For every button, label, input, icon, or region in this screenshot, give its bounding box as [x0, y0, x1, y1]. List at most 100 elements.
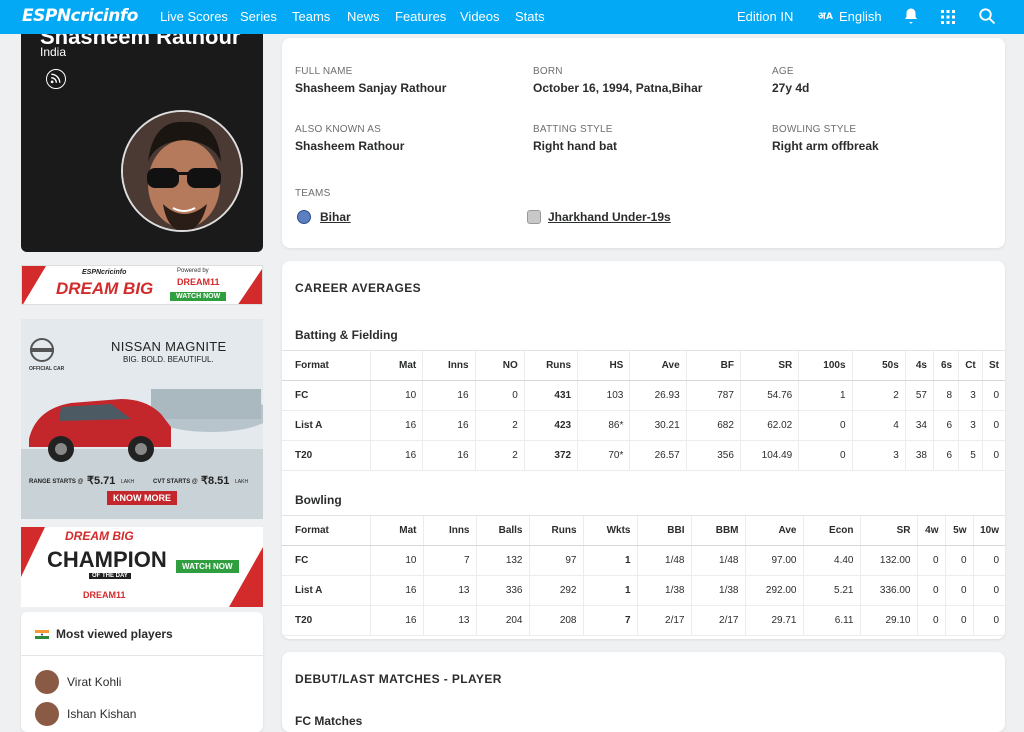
col-header[interactable]: Econ	[802, 515, 860, 546]
col-header[interactable]: Inns	[422, 350, 476, 381]
cell: 16	[422, 380, 476, 411]
batting-style-label: BATTING STYLE	[533, 124, 613, 135]
cell: T20	[282, 605, 370, 636]
language-selector[interactable]: अA English	[818, 9, 882, 24]
col-header[interactable]: SR	[739, 350, 799, 381]
col-header[interactable]: BF	[685, 350, 741, 381]
bowling-style-value: Right arm offbreak	[772, 139, 879, 153]
cell: 787	[685, 380, 741, 411]
most-viewed-player[interactable]: Ishan Kishan	[35, 702, 136, 726]
search-icon[interactable]	[978, 7, 998, 27]
nissan-magnite-ad[interactable]: OFFICIAL CAR NISSAN MAGNITE BIG. BOLD. B…	[21, 319, 263, 519]
dreambig-banner-ad[interactable]: ESPNcricinfo DREAM BIG Powered by DREAM1…	[21, 265, 263, 305]
cell: 2/17	[690, 605, 745, 636]
cell: 132.00	[859, 545, 917, 576]
bowling-style-label: BOWLING STYLE	[772, 124, 857, 135]
col-header[interactable]: Ave	[629, 350, 687, 381]
avatar	[35, 670, 59, 694]
cell: 13	[422, 575, 476, 606]
col-header[interactable]: Mat	[369, 350, 423, 381]
dream11-champion-ad[interactable]: DREAM BIG CHAMPION OF THE DAY DREAM11 WA…	[21, 527, 263, 607]
cell: 356	[685, 440, 741, 471]
col-header[interactable]: 4w	[916, 515, 945, 546]
player-link[interactable]: Virat Kohli	[67, 675, 121, 689]
ad-know-more-button[interactable]: KNOW MORE	[107, 491, 177, 505]
espncricinfo-logo[interactable]: ESPNcricinfo	[22, 6, 138, 26]
cell: 62.02	[739, 410, 799, 441]
ad-official-car: OFFICIAL CAR	[29, 366, 65, 372]
nav-features[interactable]: Features	[395, 9, 446, 24]
ad-nissan-tagline: BIG. BOLD. BEAUTIFUL.	[123, 355, 214, 364]
team-link-bihar[interactable]: Bihar	[320, 210, 351, 224]
most-viewed-title: Most viewed players	[56, 627, 173, 641]
team-link-jharkhand-u19[interactable]: Jharkhand Under-19s	[548, 210, 671, 224]
col-header[interactable]: Inns	[422, 515, 476, 546]
cell: 86*	[577, 410, 630, 441]
col-header[interactable]: 50s	[851, 350, 906, 381]
rss-feed-icon[interactable]	[46, 69, 66, 89]
col-header[interactable]: Balls	[475, 515, 529, 546]
nav-videos[interactable]: Videos	[460, 9, 500, 24]
born-label: BORN	[533, 66, 563, 77]
cell: 8	[932, 380, 959, 411]
nav-teams[interactable]: Teams	[292, 9, 330, 24]
table-header-row: Format Mat Inns NO Runs HS Ave BF SR 100…	[282, 350, 1005, 381]
col-header[interactable]: Format	[282, 350, 371, 381]
cell: T20	[282, 440, 371, 471]
ad-range-price: ₹5.71	[87, 475, 116, 487]
nav-live-scores[interactable]: Live Scores	[160, 9, 228, 24]
cell: 292.00	[744, 575, 803, 606]
player-link[interactable]: Ishan Kishan	[67, 707, 136, 721]
nav-stats[interactable]: Stats	[515, 9, 545, 24]
col-header[interactable]: Runs	[523, 350, 578, 381]
cell: 30.21	[629, 410, 687, 441]
ad-champion-dreambig: DREAM BIG	[65, 529, 134, 543]
cell: 38	[904, 440, 934, 471]
col-header[interactable]: Runs	[528, 515, 583, 546]
col-header[interactable]: Wkts	[582, 515, 637, 546]
col-header[interactable]: HS	[577, 350, 630, 381]
nav-news[interactable]: News	[347, 9, 380, 24]
cell: 0	[916, 605, 945, 636]
ad-watch-now-button-2[interactable]: WATCH NOW	[176, 560, 239, 573]
language-icon: अA	[818, 9, 834, 24]
table-row: T20 16 13 204 208 7 2/17 2/17 29.71 6.11…	[282, 605, 1005, 636]
cell: 13	[422, 605, 476, 636]
table-row: FC 10 7 132 97 1 1/48 1/48 97.00 4.40 13…	[282, 545, 1005, 576]
career-averages-card: CAREER AVERAGES Batting & Fielding Forma…	[282, 261, 1005, 639]
edition-selector[interactable]: Edition IN	[737, 9, 793, 24]
bell-icon[interactable]	[902, 7, 922, 27]
table-row: FC 10 16 0 431 103 26.93 787 54.76 1 2 5…	[282, 380, 1005, 411]
debut-last-matches-card: DEBUT/LAST MATCHES - PLAYER FC Matches	[282, 652, 1005, 732]
col-header[interactable]: 4s	[904, 350, 934, 381]
col-header[interactable]: 100s	[798, 350, 853, 381]
col-header[interactable]: BBM	[690, 515, 745, 546]
cell: 34	[904, 410, 934, 441]
table-header-row: Format Mat Inns Balls Runs Wkts BBI BBM …	[282, 515, 1005, 546]
cell: 16	[369, 440, 423, 471]
col-header[interactable]: Ct	[958, 350, 983, 381]
cell: 431	[523, 380, 578, 411]
cell: 6.11	[802, 605, 860, 636]
cell: 2/17	[636, 605, 691, 636]
col-header[interactable]: Format	[282, 515, 370, 546]
col-header[interactable]: Ave	[744, 515, 803, 546]
bowling-stats-table: Format Mat Inns Balls Runs Wkts BBI BBM …	[282, 515, 1005, 636]
col-header[interactable]: 6s	[932, 350, 959, 381]
cell: 0	[972, 605, 1005, 636]
cell: 132	[475, 545, 529, 576]
col-header[interactable]: BBI	[636, 515, 691, 546]
col-header[interactable]: Mat	[369, 515, 423, 546]
ad-dream11-label-2: DREAM11	[83, 590, 126, 600]
apps-grid-icon[interactable]	[940, 7, 960, 27]
most-viewed-player[interactable]: Virat Kohli	[35, 670, 121, 694]
nav-series[interactable]: Series	[240, 9, 277, 24]
col-header[interactable]: SR	[859, 515, 917, 546]
cell: 16	[369, 410, 423, 441]
ad-watch-now-button[interactable]: WATCH NOW	[170, 292, 227, 301]
cell: 0	[944, 605, 973, 636]
col-header[interactable]: NO	[474, 350, 525, 381]
col-header[interactable]: 10w	[972, 515, 1005, 546]
col-header[interactable]: St	[981, 350, 1005, 381]
col-header[interactable]: 5w	[944, 515, 973, 546]
